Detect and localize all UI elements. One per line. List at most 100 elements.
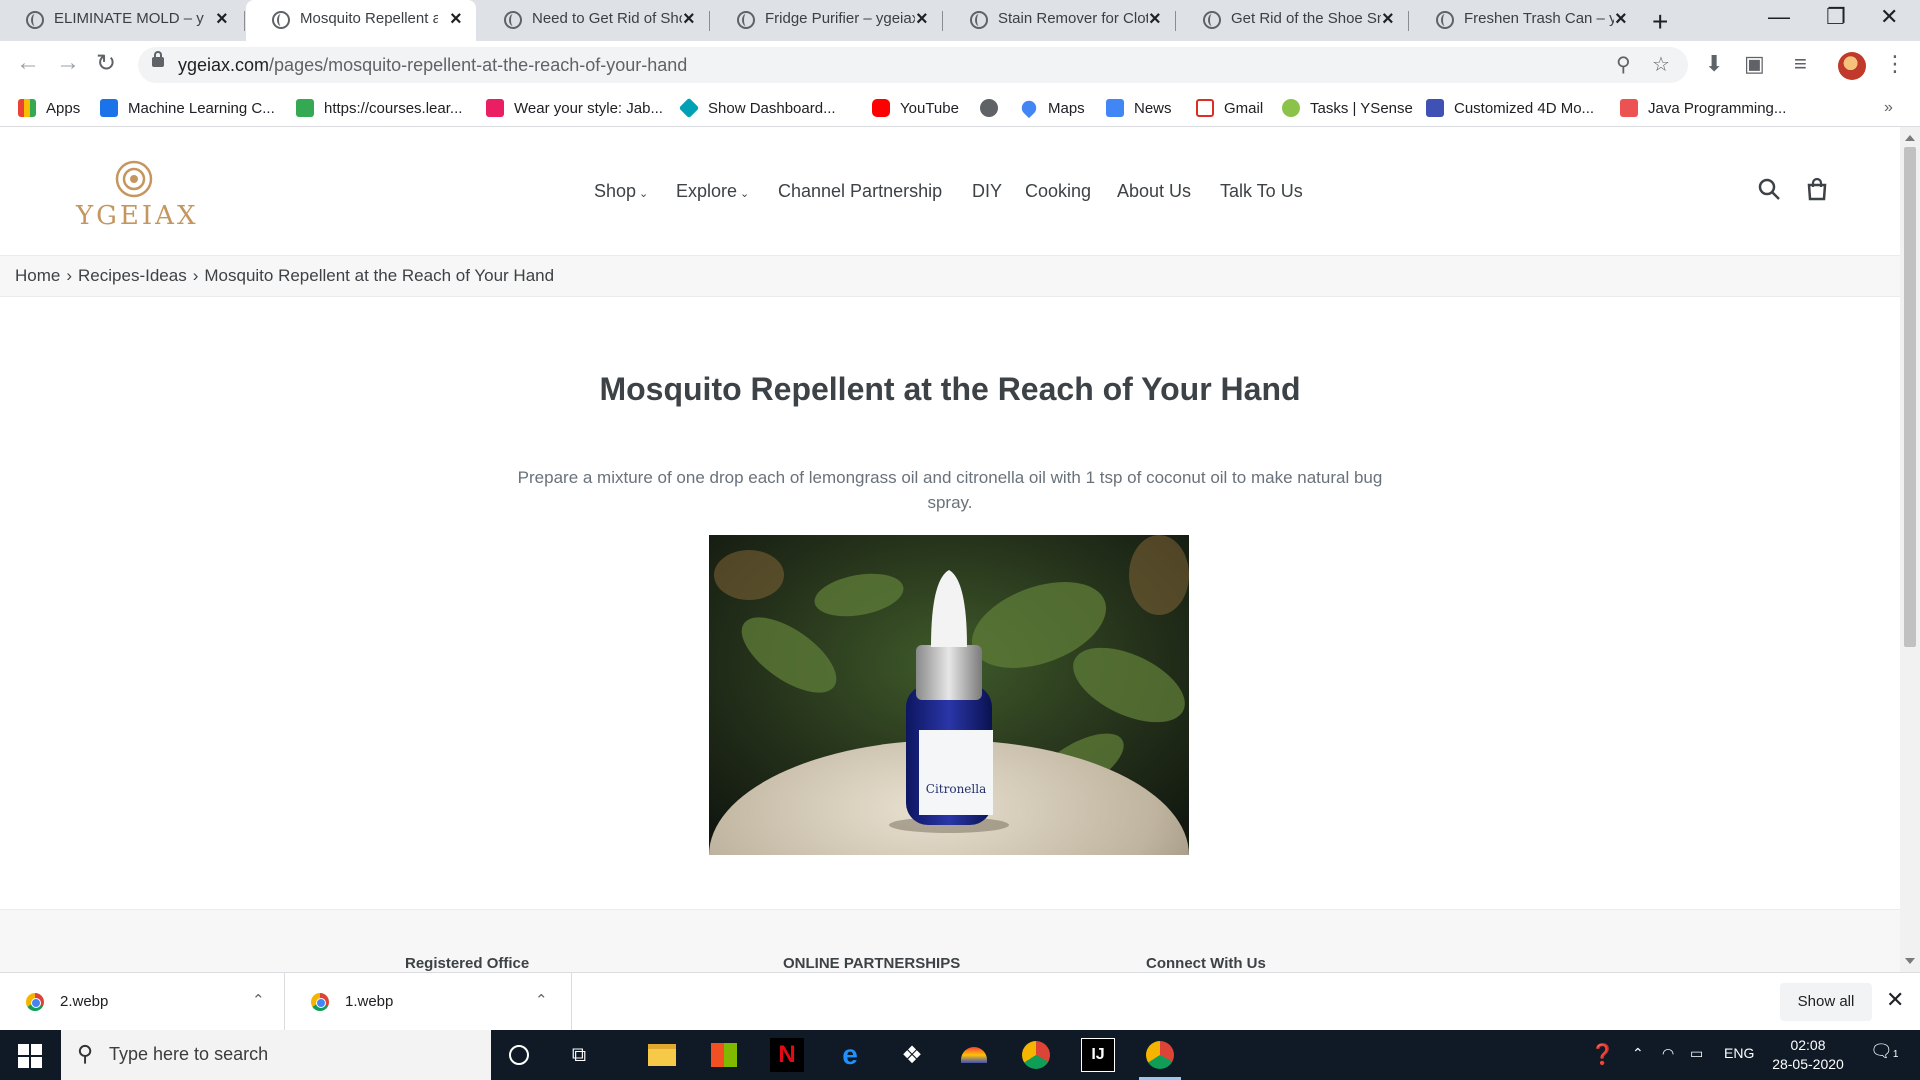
close-window-icon[interactable]: ✕ <box>1880 4 1898 30</box>
notifications-icon[interactable]: 🗨1 <box>1870 1041 1898 1062</box>
tab-shoe-smell[interactable]: Get Rid of the Shoe Sm × <box>1177 0 1409 41</box>
url-text[interactable]: ygeiax.com/pages/mosquito-repellent-at-t… <box>178 55 687 76</box>
scrollbar-thumb[interactable] <box>1904 147 1916 647</box>
chevron-up-icon[interactable]: ⌃ <box>1632 1045 1644 1062</box>
bookmark-java[interactable]: Java Programming... <box>1620 96 1786 120</box>
bookmark-apps[interactable]: Apps <box>18 96 80 120</box>
close-tab-icon[interactable]: × <box>216 8 228 31</box>
app-icon[interactable] <box>957 1038 991 1072</box>
clock-date: 28-05-2020 <box>1772 1056 1844 1072</box>
edge-icon[interactable]: e <box>833 1038 867 1072</box>
zoom-icon[interactable]: ⚲ <box>1616 52 1631 77</box>
back-icon[interactable]: ← <box>16 49 40 77</box>
download-item[interactable]: 2.webp ⌃ <box>0 973 285 1031</box>
nav-talk-to-us[interactable]: Talk To Us <box>1220 181 1303 202</box>
profile-avatar[interactable] <box>1838 52 1866 80</box>
close-tab-icon[interactable]: × <box>1615 8 1627 31</box>
breadcrumb-current: Mosquito Repellent at the Reach of Your … <box>204 266 555 285</box>
system-clock[interactable]: 02:08 28-05-2020 <box>1768 1036 1848 1074</box>
close-tab-icon[interactable]: × <box>1382 8 1394 31</box>
bookmark-youtube[interactable]: YouTube <box>872 96 959 120</box>
tab-title: Get Rid of the Shoe Sm <box>1231 10 1381 27</box>
close-tab-icon[interactable]: × <box>683 8 695 31</box>
tab-stain-remover[interactable]: Stain Remover for Clot × <box>944 0 1176 41</box>
download-item[interactable]: 1.webp ⌃ <box>285 973 572 1031</box>
bookmark-dashboard[interactable]: Show Dashboard... <box>678 96 836 120</box>
intellij-icon[interactable]: IJ <box>1081 1038 1115 1072</box>
cart-icon[interactable] <box>1805 177 1829 201</box>
nav-explore[interactable]: Explore ⌄ <box>676 181 749 202</box>
bookmark-gmail[interactable]: Gmail <box>1196 96 1263 120</box>
close-tab-icon[interactable]: × <box>1149 8 1161 31</box>
lock-icon[interactable] <box>152 51 164 67</box>
taskbar-search[interactable]: ⚲ Type here to search <box>61 1030 491 1080</box>
web-page: YGEIAX Shop ⌄ Explore ⌄ Channel Partnershi… <box>0 127 1900 972</box>
tab-eliminate-mold[interactable]: ELIMINATE MOLD – yg × <box>0 0 245 41</box>
chrome-icon <box>26 993 44 1011</box>
show-all-button[interactable]: Show all <box>1780 983 1872 1021</box>
extension-icon[interactable]: ▣ <box>1744 51 1765 77</box>
breadcrumb-home[interactable]: Home <box>15 266 60 285</box>
menu-kebab-icon[interactable]: ⋮ <box>1884 51 1906 77</box>
bookmark-4d[interactable]: Customized 4D Mo... <box>1426 96 1594 120</box>
bookmark-courses[interactable]: https://courses.lear... <box>296 96 462 120</box>
tab-shoe[interactable]: Need to Get Rid of Sho × <box>478 0 710 41</box>
bookmark-ysense[interactable]: Tasks | YSense <box>1282 96 1413 120</box>
bookmark-label: Tasks | YSense <box>1310 99 1413 117</box>
bookmark-myntra[interactable]: Wear your style: Jab... <box>486 96 663 120</box>
dropbox-icon[interactable]: ❖ <box>895 1038 929 1072</box>
site-logo[interactable]: YGEIAX <box>76 157 196 237</box>
more-bookmarks-icon[interactable]: » <box>1884 96 1893 120</box>
close-tab-icon[interactable]: × <box>916 8 928 31</box>
bookmark-news[interactable]: News <box>1106 96 1172 120</box>
scroll-down-icon[interactable] <box>1905 958 1915 964</box>
nav-shop[interactable]: Shop ⌄ <box>594 181 648 202</box>
chrome-icon[interactable] <box>1019 1038 1053 1072</box>
close-tab-icon[interactable]: × <box>450 8 462 31</box>
search-icon[interactable] <box>1757 177 1781 201</box>
bookmark-star-icon[interactable]: ☆ <box>1652 52 1670 77</box>
wifi-icon[interactable]: ◠ <box>1662 1045 1674 1062</box>
url-host: ygeiax.com <box>178 55 270 75</box>
nav-channel-partnership[interactable]: Channel Partnership <box>778 181 942 202</box>
bookmark-maps[interactable]: Maps <box>1018 96 1085 120</box>
cortana-icon[interactable] <box>502 1038 536 1072</box>
breadcrumb-recipes-ideas[interactable]: Recipes-Ideas <box>78 266 187 285</box>
file-explorer-icon[interactable] <box>645 1038 679 1072</box>
footer-online-partnerships: ONLINE PARTNERSHIPS <box>783 955 961 972</box>
restore-icon[interactable]: ❐ <box>1826 4 1846 30</box>
tab-mosquito-repellent[interactable]: Mosquito Repellent at t × <box>246 0 476 41</box>
media-control-icon[interactable]: ≡ <box>1794 51 1807 77</box>
store-icon[interactable] <box>707 1038 741 1072</box>
tab-title: Fridge Purifier – ygeiax <box>765 10 915 27</box>
netflix-icon[interactable]: N <box>770 1038 804 1072</box>
chevron-up-icon[interactable]: ⌃ <box>252 991 265 1009</box>
scroll-up-icon[interactable] <box>1905 135 1915 141</box>
language-indicator[interactable]: ENG <box>1724 1045 1754 1061</box>
nav-about-us[interactable]: About Us <box>1117 181 1191 202</box>
chrome-active-icon[interactable] <box>1139 1038 1181 1080</box>
reload-icon[interactable]: ↻ <box>96 49 116 78</box>
tab-trash-can[interactable]: Freshen Trash Can – yg × <box>1410 0 1642 41</box>
bookmark-globe[interactable] <box>980 96 1008 120</box>
minimize-icon[interactable]: — <box>1768 4 1790 30</box>
address-bar[interactable]: ygeiax.com/pages/mosquito-repellent-at-t… <box>138 47 1688 83</box>
windows-start-icon[interactable] <box>18 1044 42 1068</box>
help-icon[interactable]: ❓ <box>1590 1042 1615 1067</box>
download-extension-icon[interactable]: ⬇ <box>1705 51 1723 77</box>
new-tab-icon[interactable]: + <box>1652 6 1668 38</box>
bookmark-machine-learning[interactable]: Machine Learning C... <box>100 96 275 120</box>
task-view-icon[interactable]: ⧉ <box>562 1038 596 1072</box>
tab-fridge-purifier[interactable]: Fridge Purifier – ygeiax × <box>711 0 943 41</box>
chevron-up-icon[interactable]: ⌃ <box>535 991 548 1009</box>
forward-icon[interactable]: → <box>56 49 80 77</box>
battery-icon[interactable]: ▭ <box>1690 1045 1703 1062</box>
bookmark-label: Machine Learning C... <box>128 99 275 117</box>
nav-cooking[interactable]: Cooking <box>1025 181 1091 202</box>
nav-diy[interactable]: DIY <box>972 181 1002 202</box>
page-scrollbar[interactable] <box>1900 127 1920 972</box>
close-downloads-icon[interactable]: ✕ <box>1886 987 1904 1013</box>
ml-course-icon <box>100 99 118 117</box>
browser-toolbar: ← → ↻ ygeiax.com/pages/mosquito-repellen… <box>0 41 1920 89</box>
search-placeholder: Type here to search <box>109 1044 269 1064</box>
